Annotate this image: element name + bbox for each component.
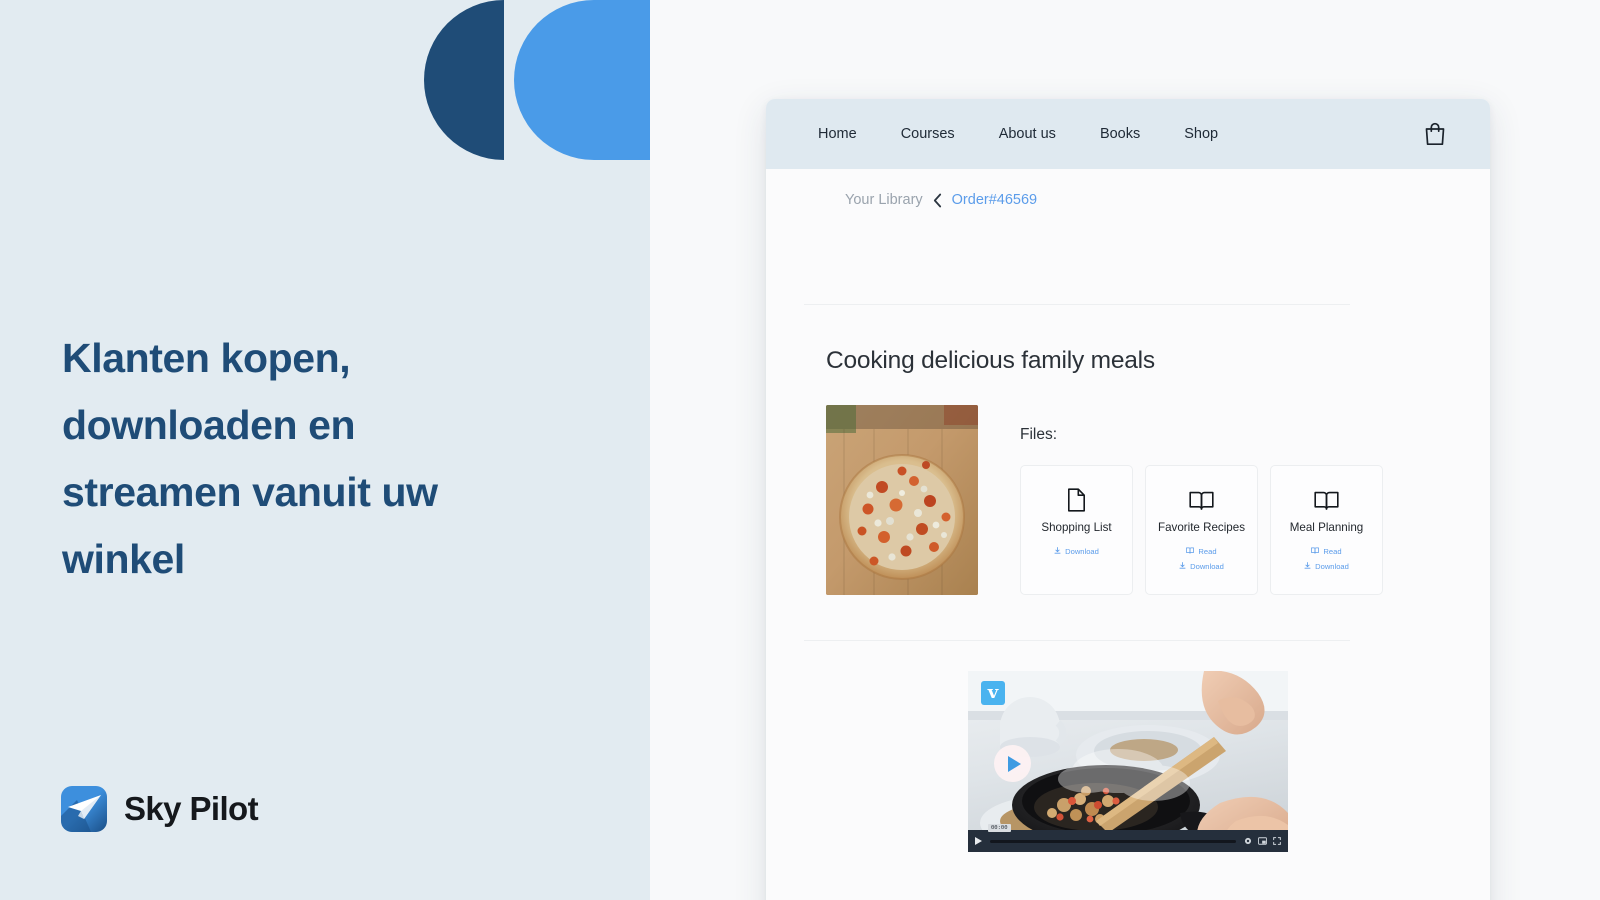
file-card-favorite-recipes[interactable]: Favorite Recipes Read Download [1145, 465, 1258, 595]
document-icon [1067, 487, 1086, 513]
read-action[interactable]: Read [1186, 546, 1217, 556]
book-open-icon [1314, 487, 1339, 513]
nav-link-shop[interactable]: Shop [1184, 126, 1218, 142]
read-action[interactable]: Read [1311, 546, 1342, 556]
brand-logo: Sky Pilot [61, 786, 259, 832]
product-row: Files: Shopping List Download Favorite R… [766, 375, 1490, 595]
product-thumbnail[interactable] [826, 405, 978, 595]
read-label: Read [1198, 546, 1217, 556]
files-label: Files: [1020, 426, 1058, 443]
nav-link-courses[interactable]: Courses [901, 126, 955, 142]
book-open-icon [1311, 547, 1320, 556]
download-label: Download [1315, 561, 1349, 571]
shopping-bag-icon[interactable] [1422, 121, 1448, 147]
sky-pilot-logo-icon [61, 786, 107, 832]
download-action[interactable]: Download [1179, 562, 1224, 571]
time-label: 00:00 [988, 823, 1011, 832]
file-card-shopping-list[interactable]: Shopping List Download [1020, 465, 1133, 595]
file-name: Meal Planning [1289, 521, 1364, 534]
video-player[interactable]: v 00:00 [968, 671, 1288, 852]
download-icon [1304, 562, 1311, 571]
screenshot-root: Klanten kopen, downloaden en streamen va… [0, 0, 1600, 900]
nav-link-about-us[interactable]: About us [999, 126, 1056, 142]
files-section: Files: Shopping List Download Favorite R… [978, 405, 1490, 595]
progress-bar[interactable]: 00:00 [988, 823, 1236, 843]
promo-headline: Klanten kopen, downloaden en streamen va… [62, 335, 438, 582]
file-actions: Read Download [1304, 547, 1349, 571]
file-card-list: Shopping List Download Favorite Recipes … [1020, 465, 1490, 595]
download-action[interactable]: Download [1304, 562, 1349, 571]
brand-name: Sky Pilot [124, 790, 259, 827]
breadcrumb-parent[interactable]: Your Library [845, 192, 923, 208]
download-icon [1054, 547, 1061, 556]
storefront-window: Home Courses About us Books Shop Your Li… [766, 99, 1490, 900]
decorative-semicircles [410, 0, 650, 170]
promo-panel: Klanten kopen, downloaden en streamen va… [0, 0, 650, 900]
gear-icon[interactable] [1244, 837, 1252, 845]
light-semicircle [514, 0, 650, 160]
breadcrumb-current[interactable]: Order#46569 [952, 192, 1037, 208]
file-actions: Read Download [1179, 547, 1224, 571]
file-actions: Download [1054, 547, 1099, 556]
nav-link-books[interactable]: Books [1100, 126, 1140, 142]
breadcrumb: Your Library Order#46569 [766, 169, 1490, 208]
book-open-icon [1186, 547, 1195, 556]
fullscreen-icon[interactable] [1273, 837, 1281, 845]
download-action[interactable]: Download [1054, 547, 1099, 556]
file-card-meal-planning[interactable]: Meal Planning Read Download [1270, 465, 1383, 595]
read-label: Read [1323, 546, 1342, 556]
play-icon[interactable] [975, 837, 982, 845]
video-controls-right [1244, 837, 1281, 845]
video-controls: 00:00 [968, 823, 1288, 852]
chevron-left-icon [933, 193, 942, 208]
product-title: Cooking delicious family meals [826, 347, 1155, 374]
nav-link-home[interactable]: Home [818, 126, 857, 142]
vimeo-logo-icon[interactable]: v [981, 681, 1005, 705]
video-section: v 00:00 [766, 641, 1490, 852]
pip-icon[interactable] [1258, 837, 1267, 845]
dark-semicircle [424, 0, 504, 160]
download-label: Download [1065, 546, 1099, 556]
download-icon [1179, 562, 1186, 571]
download-label: Download [1190, 561, 1224, 571]
file-name: Shopping List [1041, 521, 1112, 534]
file-name: Favorite Recipes [1158, 521, 1245, 534]
book-open-icon [1189, 487, 1214, 513]
site-navbar: Home Courses About us Books Shop [766, 99, 1490, 169]
play-icon[interactable] [994, 745, 1031, 782]
nav-links: Home Courses About us Books Shop [818, 126, 1422, 142]
